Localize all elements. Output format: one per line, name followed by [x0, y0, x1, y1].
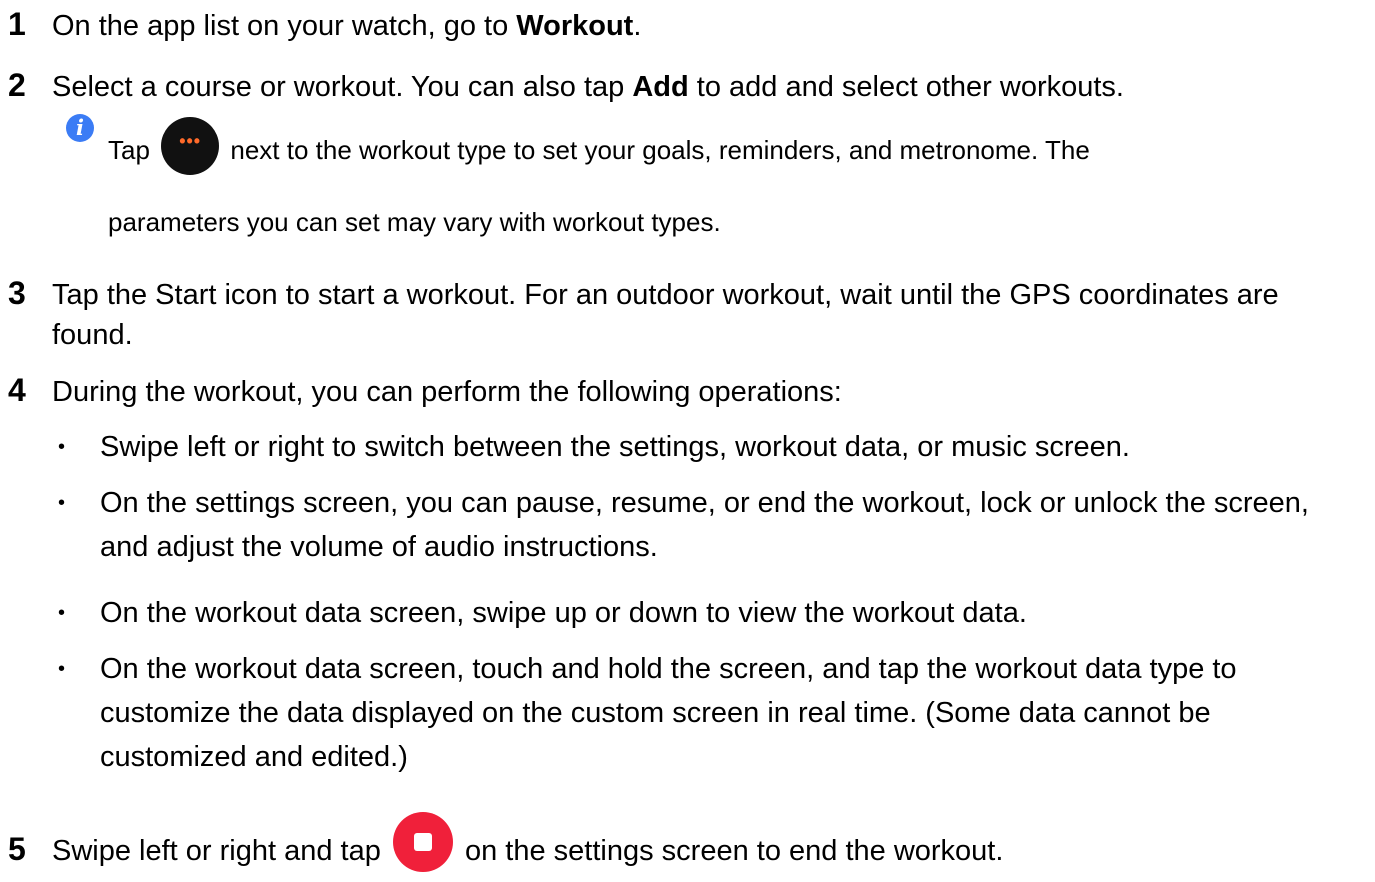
workout-app-name: Workout [516, 10, 634, 42]
step-5: 5 Swipe left or right and tap on the sett… [8, 812, 1003, 882]
step-number: 2 [8, 67, 26, 103]
more-icon: ••• [161, 117, 220, 176]
step-text: Tap the Start icon to start a workout. F… [52, 279, 1279, 351]
step-text: On the app list on your watch, go to Wor… [52, 10, 642, 42]
add-label: Add [632, 71, 689, 103]
bullet-icon: • [58, 492, 66, 514]
note-text-line2: parameters you can set may vary with wor… [108, 207, 721, 237]
step-text: Select a course or workout. You can also… [52, 71, 1124, 103]
bullet-icon: • [58, 436, 66, 458]
step-3: 3 Tap the Start icon to start a workout. … [8, 275, 1312, 355]
note-text: Tap ••• next to the workout type to set … [108, 117, 1328, 181]
step-number: 5 [8, 830, 26, 867]
stop-icon [392, 812, 453, 872]
step-text: Swipe left or right and tap on the setti… [52, 812, 1003, 872]
bullet-icon: • [58, 602, 66, 624]
step-4: 4 During the workout, you can perform the… [8, 372, 842, 410]
step-text: During the workout, you can perform the … [52, 376, 842, 408]
step-number: 4 [8, 372, 26, 408]
step-2: 2 Select a course or workout. You can als… [8, 67, 1124, 105]
step-1: 1 On the app list on your watch, go to Wo… [8, 6, 641, 44]
step-number: 3 [8, 275, 26, 311]
step-number: 1 [8, 6, 26, 42]
bullet-icon: • [58, 658, 66, 680]
info-icon: i [66, 114, 94, 142]
